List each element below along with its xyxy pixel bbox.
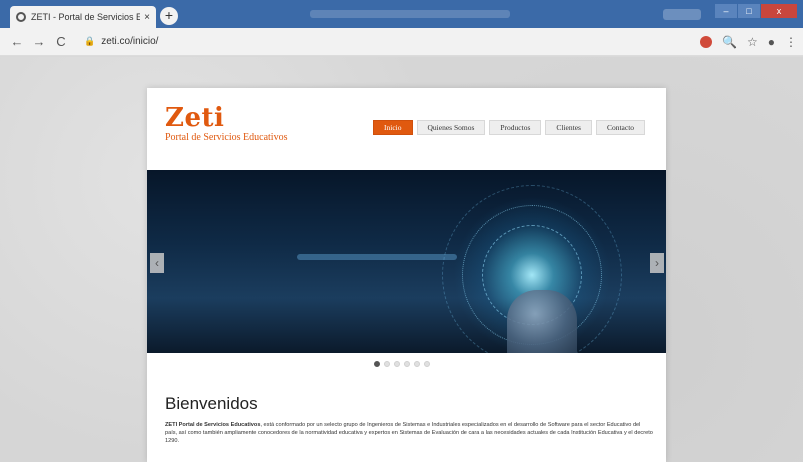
slider-indicator-dot[interactable] xyxy=(384,361,390,367)
back-button[interactable]: ← xyxy=(8,34,26,49)
browser-toolbar: ← → C 🔒 zeti.co/inicio/ 🔍 ☆ ● ⋮ xyxy=(0,28,803,56)
slider-indicators xyxy=(374,361,430,367)
window-controls: – □ x xyxy=(715,4,797,18)
profile-pill-blurred xyxy=(663,9,701,20)
tab-title: ZETI - Portal de Servicios Educati xyxy=(31,12,141,22)
browser-tab[interactable]: ZETI - Portal de Servicios Educati × xyxy=(10,6,156,28)
url-text: zeti.co/inicio/ xyxy=(101,36,159,47)
slider-next-button[interactable]: › xyxy=(650,253,664,273)
zoom-icon[interactable]: 🔍 xyxy=(722,35,737,49)
slider-indicator-dot[interactable] xyxy=(394,361,400,367)
logo-word: Zeti xyxy=(165,103,225,133)
extension-icon[interactable] xyxy=(700,36,713,48)
slider-indicator-dot[interactable] xyxy=(404,361,410,367)
forward-button[interactable]: → xyxy=(30,34,48,49)
slider-indicator-dot[interactable] xyxy=(424,361,430,367)
slide-hand-image xyxy=(507,290,577,353)
welcome-bold-lead: ZETI Portal de Servicios Educativos xyxy=(165,422,261,428)
window-title-blurred xyxy=(310,10,510,18)
menu-item-contacto[interactable]: Contacto xyxy=(595,120,646,135)
main-menu: Inicio Quienes Somos Productos Clientes … xyxy=(373,120,646,135)
site-container: Zeti Portal de Servicios Educativos Inic… xyxy=(147,88,666,462)
bookmark-star-icon[interactable]: ☆ xyxy=(747,35,758,49)
page-viewport: Zeti Portal de Servicios Educativos Inic… xyxy=(0,57,803,462)
minimize-button[interactable]: – xyxy=(715,4,737,18)
menu-item-clientes[interactable]: Clientes xyxy=(545,120,592,135)
welcome-description: ZETI Portal de Servicios Educativos, est… xyxy=(165,421,653,445)
logo-subtitle: Portal de Servicios Educativos xyxy=(165,132,288,143)
tab-close-button[interactable]: × xyxy=(144,12,150,23)
site-logo[interactable]: Zeti Portal de Servicios Educativos xyxy=(165,105,287,143)
browser-titlebar: ZETI - Portal de Servicios Educati × + –… xyxy=(0,0,803,28)
slide-light-dots xyxy=(297,254,457,260)
menu-item-productos[interactable]: Productos xyxy=(489,120,542,135)
slider-indicator-dot[interactable] xyxy=(414,361,420,367)
menu-item-inicio[interactable]: Inicio xyxy=(373,120,413,135)
lock-icon: 🔒 xyxy=(84,36,96,46)
slider-indicator-dot[interactable] xyxy=(374,361,380,367)
globe-icon xyxy=(16,12,26,22)
welcome-heading: Bienvenidos xyxy=(165,394,258,413)
reload-button[interactable]: C xyxy=(52,34,70,49)
close-window-button[interactable]: x xyxy=(761,4,797,18)
toolbar-actions: 🔍 ☆ ● ⋮ xyxy=(700,28,797,56)
menu-item-quienes-somos[interactable]: Quienes Somos xyxy=(416,120,486,135)
menu-kebab-icon[interactable]: ⋮ xyxy=(785,35,797,49)
new-tab-button[interactable]: + xyxy=(160,7,178,25)
hero-slider xyxy=(147,170,666,353)
slider-prev-button[interactable]: ‹ xyxy=(150,253,164,273)
address-bar[interactable]: 🔒 zeti.co/inicio/ xyxy=(84,36,158,47)
account-icon[interactable]: ● xyxy=(768,35,775,49)
maximize-button[interactable]: □ xyxy=(738,4,760,18)
